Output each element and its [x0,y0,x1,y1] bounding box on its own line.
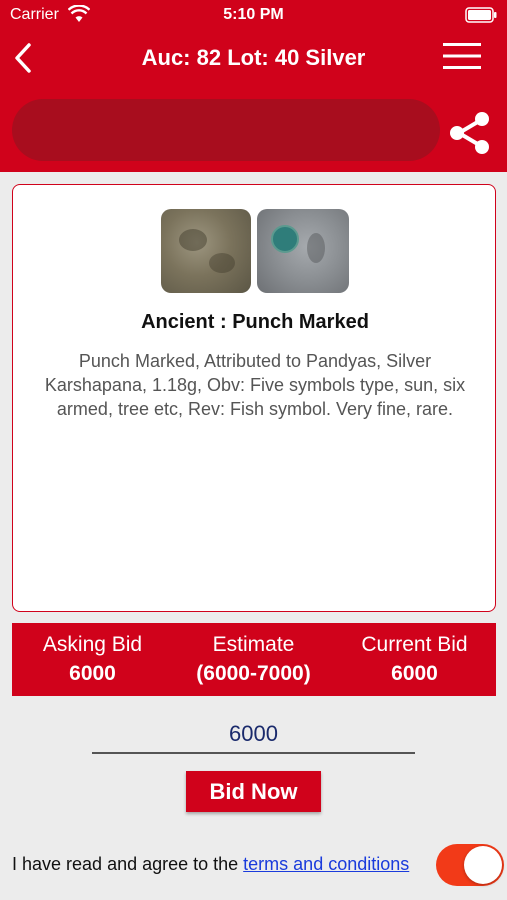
bid-summary-panel: Asking Bid 6000 Estimate (6000-7000) Cur… [12,623,496,696]
terms-text: I have read and agree to the [12,854,244,874]
search-bar[interactable] [12,99,440,161]
terms-link[interactable]: terms and conditions [243,854,409,874]
current-bid-label: Current Bid [361,633,468,656]
toggle-knob [464,846,502,884]
obverse-symbol [179,229,207,251]
page-title: Auc: 82 Lot: 40 Silver [141,45,366,70]
estimate-value: (6000-7000) [196,662,311,685]
status-bar: Carrier 5:10 PM [0,0,507,30]
share-icon[interactable] [447,110,493,156]
status-time: 5:10 PM [223,6,284,23]
asking-bid-value: 6000 [69,662,116,685]
app-header: Carrier 5:10 PM Auc: 82 Lot: 40 Silver [0,0,507,172]
reverse-symbol [307,233,325,263]
lot-description: Punch Marked, Attributed to Pandyas, Sil… [44,351,466,419]
estimate: Estimate (6000-7000) [173,631,334,689]
lot-category-title: Ancient : Punch Marked [141,311,369,333]
terms-toggle[interactable] [436,844,504,886]
reverse-symbol [271,225,299,253]
bid-now-button[interactable]: Bid Now [186,771,321,812]
coin-obverse-image[interactable] [161,209,251,293]
estimate-label: Estimate [212,633,295,656]
terms-agreement: I have read and agree to the terms and c… [12,854,409,875]
current-bid-value: 6000 [391,662,438,685]
asking-bid: Asking Bid 6000 [12,631,173,689]
lot-card: Ancient : Punch Marked Punch Marked, Att… [12,184,496,612]
coin-reverse-image[interactable] [257,209,349,293]
obverse-symbol [209,253,235,273]
bid-amount-input[interactable] [92,716,415,754]
menu-icon[interactable] [443,42,481,70]
current-bid: Current Bid 6000 [334,631,495,689]
battery-icon [465,7,497,23]
asking-bid-label: Asking Bid [42,633,143,656]
